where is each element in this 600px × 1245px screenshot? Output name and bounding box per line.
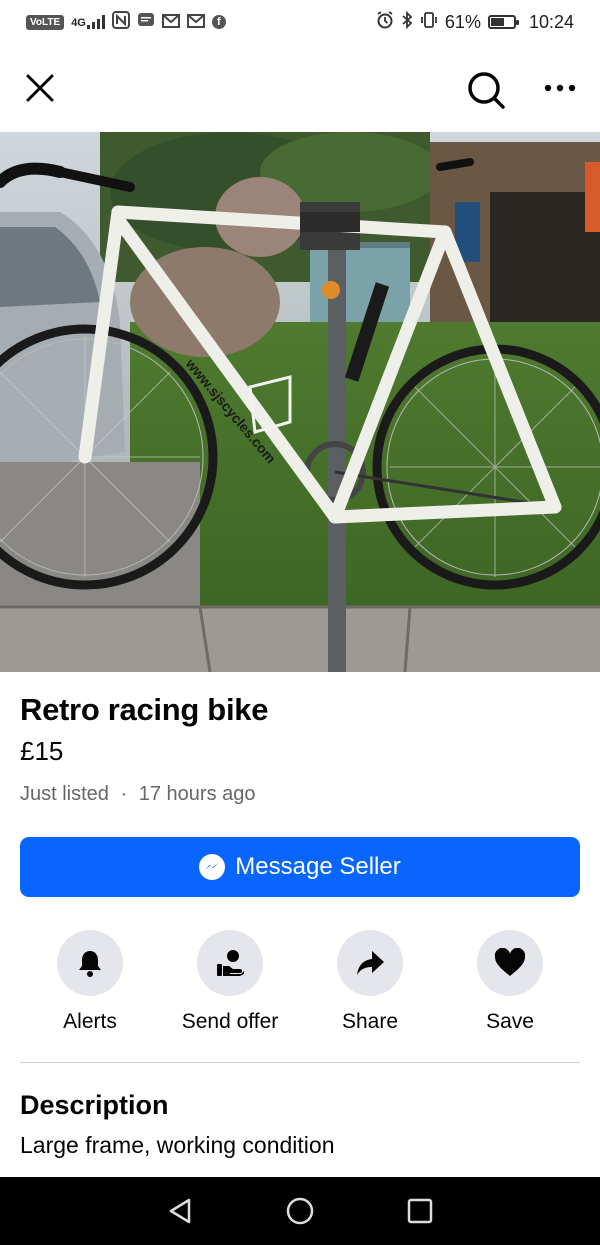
listed-label: Just listed — [20, 783, 109, 805]
share-circle — [337, 930, 403, 996]
recents-icon — [407, 1198, 433, 1224]
home-button[interactable] — [278, 1189, 322, 1233]
top-bar — [0, 44, 600, 132]
search-icon — [468, 72, 505, 109]
meta-separator: · — [120, 783, 128, 805]
offer-icon — [217, 950, 244, 976]
message-seller-button[interactable]: Message Seller — [20, 837, 580, 897]
status-right: 61% 10:24 — [376, 10, 574, 34]
vibrate-icon — [420, 11, 438, 34]
volte-icon: VoLTE — [26, 14, 65, 30]
description-heading: Description — [20, 1090, 169, 1120]
section-divider — [20, 1062, 580, 1063]
nfc-icon — [111, 10, 130, 34]
share-icon — [357, 951, 384, 975]
home-icon — [286, 1197, 314, 1225]
battery-percent: 61% — [444, 11, 481, 32]
network-type: 4G — [71, 17, 86, 29]
more-options-icon — [544, 84, 576, 92]
clock: 10:24 — [528, 11, 574, 32]
alerts-button[interactable]: Alerts — [20, 930, 160, 1034]
back-button[interactable] — [158, 1189, 202, 1233]
description-text: Large frame, working condition — [20, 1132, 335, 1158]
message-seller-label: Message Seller — [235, 853, 401, 880]
close-button[interactable] — [18, 66, 62, 110]
status-bar: VoLTE 4G f 61% 10:24 — [0, 0, 600, 44]
share-button[interactable]: Share — [300, 930, 440, 1034]
listed-time: 17 hours ago — [138, 783, 256, 805]
send-offer-label: Send offer — [181, 1010, 279, 1033]
action-row: Alerts Send offer Share Save — [0, 930, 600, 1040]
more-options-button[interactable] — [536, 66, 584, 110]
heart-icon — [494, 948, 526, 976]
alerts-circle — [57, 930, 123, 996]
save-label: Save — [486, 1010, 534, 1033]
save-button[interactable]: Save — [440, 930, 580, 1034]
send-offer-button[interactable]: Send offer — [160, 930, 300, 1034]
battery-icon — [487, 15, 519, 29]
bike-photo-image: www.sjscycles.com — [0, 132, 600, 672]
bell-icon — [79, 951, 101, 977]
messages-icon — [137, 11, 155, 34]
back-icon — [169, 1198, 191, 1224]
gmail-icon — [161, 12, 180, 33]
listing-meta: Just listed · 17 hours ago — [20, 783, 256, 806]
listing-title: Retro racing bike — [20, 692, 269, 727]
signal-icon: 4G — [71, 15, 105, 29]
battery-fill — [490, 18, 504, 26]
alarm-icon — [376, 10, 394, 34]
status-left: VoLTE 4G f — [26, 10, 226, 34]
send-offer-circle — [197, 930, 263, 996]
listing-price: £15 — [20, 736, 64, 766]
system-nav-bar — [0, 1177, 600, 1245]
alerts-label: Alerts — [63, 1010, 117, 1033]
save-circle — [477, 930, 543, 996]
recents-button[interactable] — [398, 1189, 442, 1233]
listing-photo[interactable]: www.sjscycles.com — [0, 132, 600, 672]
gmail-icon — [186, 12, 205, 33]
search-button[interactable] — [462, 66, 510, 114]
share-label: Share — [341, 1010, 399, 1033]
messenger-icon — [199, 854, 226, 880]
facebook-icon: f — [211, 15, 226, 29]
bluetooth-icon — [401, 10, 413, 34]
close-icon — [26, 74, 54, 102]
